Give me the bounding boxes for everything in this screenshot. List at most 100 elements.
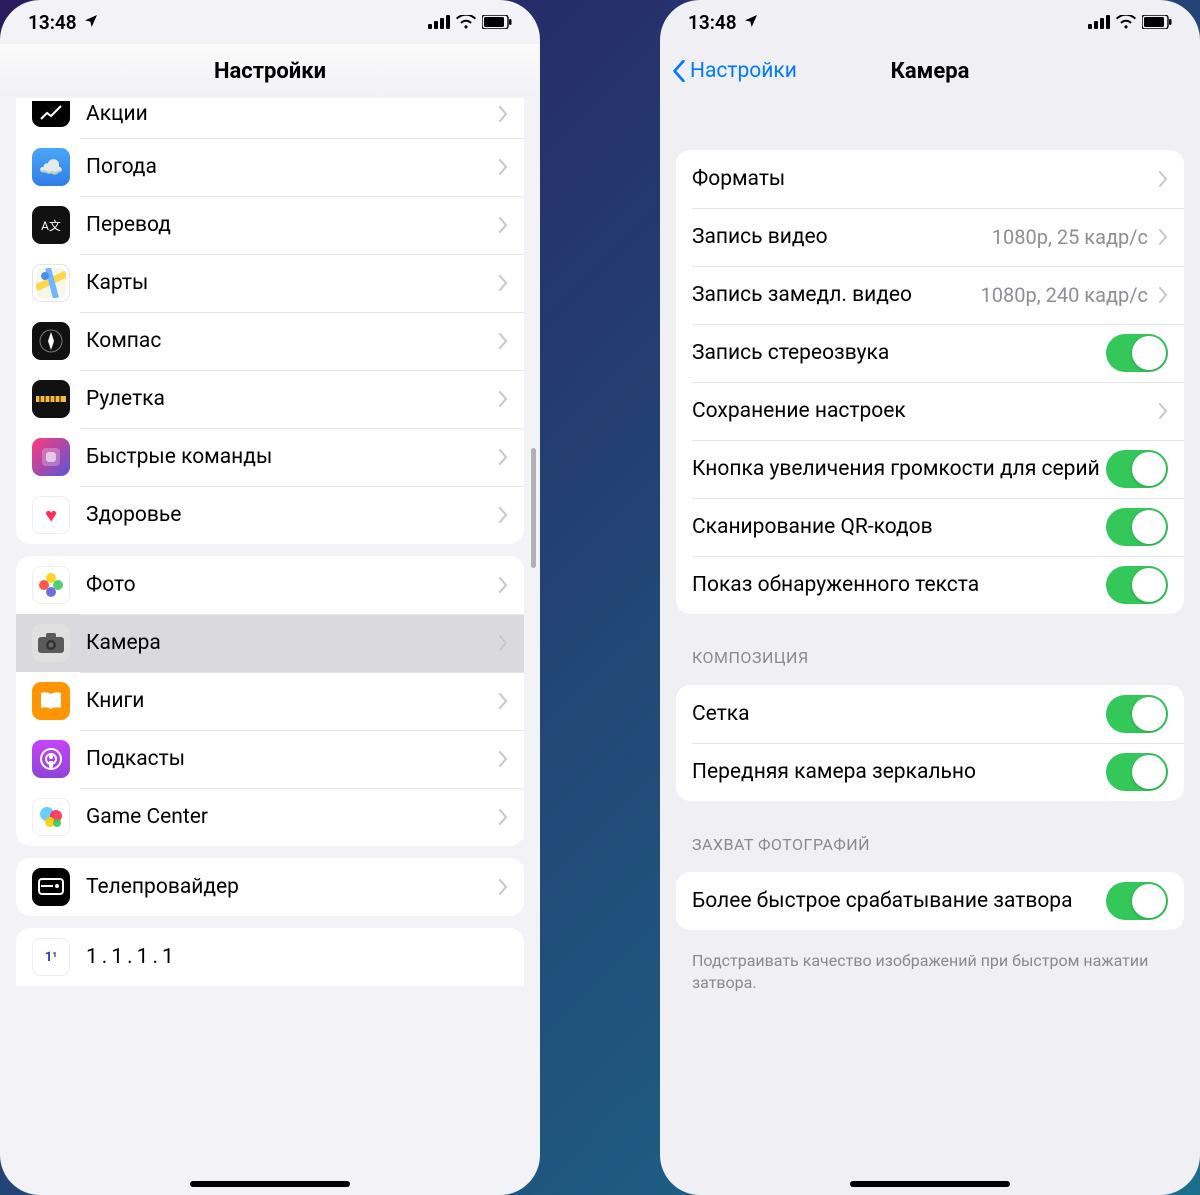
chevron-right-icon [498, 635, 508, 651]
scrollbar[interactable] [531, 448, 536, 568]
translate-icon: A文 [32, 206, 70, 244]
settings-row-label: Карты [86, 270, 498, 296]
row-qr-scan[interactable]: Сканирование QR-кодов [676, 498, 1184, 556]
settings-row-gamecenter[interactable]: Game Center [16, 788, 524, 846]
camera-settings-screen: 13:48 Настройки Камера Фор [660, 0, 1200, 1195]
chevron-right-icon [498, 693, 508, 709]
row-label: Сохранение настроек [692, 398, 1158, 424]
chevron-right-icon [1158, 403, 1168, 419]
chevron-right-icon [1158, 229, 1168, 245]
wifi-icon [1116, 15, 1136, 29]
row-formats[interactable]: Форматы [676, 150, 1184, 208]
camera-icon [32, 624, 70, 662]
settings-row-camera[interactable]: Камера [16, 614, 524, 672]
maps-icon [32, 264, 70, 302]
row-label: Показ обнаруженного текста [692, 572, 1106, 598]
toggle-faster-shutter[interactable] [1106, 882, 1168, 920]
location-icon [83, 11, 99, 34]
section-header-composition: КОМПОЗИЦИЯ [660, 626, 1200, 673]
row-detail: 1080p, 25 кадр/с [992, 225, 1148, 249]
row-detail: 1080p, 240 кадр/с [981, 283, 1148, 307]
row-volume-burst[interactable]: Кнопка увеличения громкости для серий [676, 440, 1184, 498]
tvprovider-icon [32, 868, 70, 906]
home-indicator[interactable] [190, 1181, 350, 1187]
photos-icon [32, 566, 70, 604]
status-time: 13:48 [28, 11, 77, 34]
chevron-right-icon [498, 275, 508, 291]
row-record-video[interactable]: Запись видео 1080p, 25 кадр/с [676, 208, 1184, 266]
chevron-right-icon [498, 333, 508, 349]
row-label: Передняя камера зеркально [692, 759, 1106, 785]
row-label: Форматы [692, 166, 1158, 192]
row-mirror-front[interactable]: Передняя камера зеркально [676, 743, 1184, 801]
status-bar: 13:48 [0, 0, 540, 44]
settings-row-label: Погода [86, 154, 498, 180]
settings-row-shortcuts[interactable]: Быстрые команды [16, 428, 524, 486]
settings-row-maps[interactable]: Карты [16, 254, 524, 312]
settings-row-label: Камера [86, 630, 498, 656]
back-label: Настройки [690, 59, 797, 83]
settings-row-compass[interactable]: Компас [16, 312, 524, 370]
toggle-grid[interactable] [1106, 695, 1168, 733]
row-label: Запись стереозвука [692, 340, 1106, 366]
row-detected-text[interactable]: Показ обнаруженного текста [676, 556, 1184, 614]
row-label: Более быстрое срабатывание затвора [692, 888, 1106, 914]
cellular-signal-icon [1088, 15, 1110, 29]
settings-row-stocks[interactable]: Акции [16, 98, 524, 138]
settings-row-label: Здоровье [86, 502, 498, 528]
nav-header: Настройки Камера [660, 44, 1200, 98]
app-1111-icon: 1¹ [32, 938, 70, 976]
toggle-qr-scan[interactable] [1106, 508, 1168, 546]
chevron-right-icon [498, 106, 508, 122]
settings-row-translate[interactable]: A文 Перевод [16, 196, 524, 254]
section-header-capture: ЗАХВАТ ФОТОГРАФИЙ [660, 813, 1200, 860]
page-title: Камера [891, 59, 970, 84]
gamecenter-icon [32, 798, 70, 836]
settings-row-label: Компас [86, 328, 498, 354]
toggle-mirror-front[interactable] [1106, 753, 1168, 791]
settings-row-label: Телепровайдер [86, 874, 498, 900]
settings-row-1111[interactable]: 1¹ 1.1.1.1 [16, 928, 524, 986]
settings-row-photos[interactable]: Фото [16, 556, 524, 614]
toggle-detected-text[interactable] [1106, 566, 1168, 604]
location-icon [743, 11, 759, 34]
toggle-stereo-audio[interactable] [1106, 334, 1168, 372]
row-label: Сетка [692, 701, 1106, 727]
settings-row-tvprovider[interactable]: Телепровайдер [16, 858, 524, 916]
home-indicator[interactable] [850, 1181, 1010, 1187]
settings-row-label: Акции [86, 101, 498, 127]
settings-row-health[interactable]: ♥ Здоровье [16, 486, 524, 544]
settings-row-books[interactable]: Книги [16, 672, 524, 730]
chevron-right-icon [498, 809, 508, 825]
chevron-right-icon [498, 577, 508, 593]
settings-row-label: Рулетка [86, 386, 498, 412]
row-label: Запись видео [692, 224, 992, 250]
settings-screen: 13:48 Настройки Акции [0, 0, 540, 1195]
settings-row-label: 1.1.1.1 [86, 944, 508, 970]
row-record-slomo[interactable]: Запись замедл. видео 1080p, 240 кадр/с [676, 266, 1184, 324]
settings-group-3: Телепровайдер [16, 858, 524, 916]
settings-row-measure[interactable]: Рулетка [16, 370, 524, 428]
chevron-right-icon [498, 507, 508, 523]
camera-group-1: Форматы Запись видео 1080p, 25 кадр/с За… [676, 150, 1184, 614]
toggle-volume-burst[interactable] [1106, 450, 1168, 488]
compass-icon [32, 322, 70, 360]
settings-row-weather[interactable]: ☁️ Погода [16, 138, 524, 196]
row-stereo-audio[interactable]: Запись стереозвука [676, 324, 1184, 382]
nav-header: Настройки [0, 44, 540, 98]
section-footer-capture: Подстраивать качество изображений при бы… [660, 942, 1200, 993]
shortcuts-icon [32, 438, 70, 476]
stocks-icon [32, 101, 70, 127]
settings-group-4: 1¹ 1.1.1.1 [16, 928, 524, 986]
weather-icon: ☁️ [32, 148, 70, 186]
row-label: Кнопка увеличения громкости для серий [692, 456, 1106, 482]
settings-row-label: Книги [86, 688, 498, 714]
row-grid[interactable]: Сетка [676, 685, 1184, 743]
chevron-right-icon [1158, 287, 1168, 303]
settings-row-podcasts[interactable]: Подкасты [16, 730, 524, 788]
books-icon [32, 682, 70, 720]
page-title: Настройки [214, 59, 326, 84]
back-button[interactable]: Настройки [672, 59, 797, 83]
row-preserve-settings[interactable]: Сохранение настроек [676, 382, 1184, 440]
row-faster-shutter[interactable]: Более быстрое срабатывание затвора [676, 872, 1184, 930]
